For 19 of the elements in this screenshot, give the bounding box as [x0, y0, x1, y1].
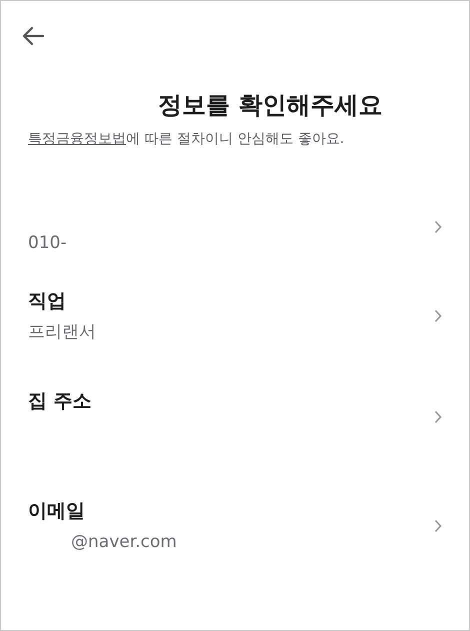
info-row[interactable]: 직업 프리랜서: [1, 269, 469, 363]
notice-text: 특정금융정보법에 따른 절차이니 안심해도 좋아요.: [28, 130, 346, 149]
chevron-right-icon: [434, 220, 442, 234]
chevron-right-icon: [434, 309, 442, 323]
law-link[interactable]: 특정금융정보법: [28, 131, 126, 147]
chevron-right-icon: [434, 519, 442, 533]
info-row[interactable]: 이메일 @naver.com: [1, 471, 469, 581]
field-label: 집 주소: [28, 389, 92, 414]
info-row[interactable]: 집 주소: [1, 363, 469, 471]
info-row[interactable]: 010-: [1, 185, 469, 269]
field-value: 010-: [28, 232, 67, 255]
field-label: 이메일: [28, 499, 86, 524]
field-value: @naver.com: [71, 531, 177, 554]
back-arrow-icon: [21, 26, 45, 46]
page-title: 정보를 확인해주세요: [158, 90, 384, 121]
field-value: 프리랜서: [28, 321, 96, 344]
field-label: 직업: [28, 289, 67, 314]
chevron-right-icon: [434, 410, 442, 424]
back-button[interactable]: [21, 25, 47, 47]
